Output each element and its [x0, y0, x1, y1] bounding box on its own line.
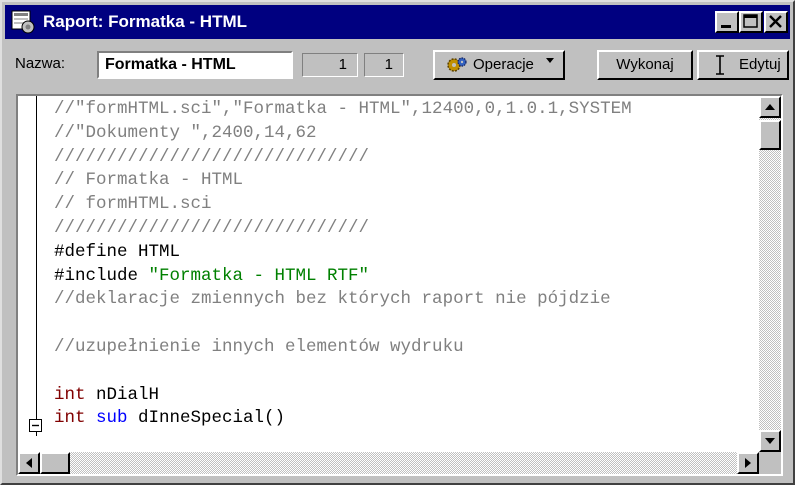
operacje-button[interactable]: Operacje: [433, 50, 565, 80]
vertical-scrollbar[interactable]: [759, 96, 781, 452]
code-line[interactable]: //deklaracje zmiennych bez których rapor…: [54, 288, 755, 312]
gear-icon: [447, 57, 467, 72]
number-field-2[interactable]: 1: [364, 53, 404, 77]
minimize-button[interactable]: [715, 11, 739, 33]
title-bar[interactable]: Raport: Formatka - HTML: [5, 5, 790, 39]
code-token: "Formatka - HTML RTF": [148, 265, 370, 286]
window-title: Raport: Formatka - HTML: [43, 12, 247, 31]
maximize-button[interactable]: [739, 11, 763, 33]
arrow-down-icon: [765, 438, 775, 444]
code-line[interactable]: // Formatka - HTML: [54, 169, 755, 193]
edytuj-label: Edytuj: [739, 56, 781, 73]
code-line[interactable]: int sub dInneSpecial(): [54, 407, 755, 431]
code-line[interactable]: // formHTML.sci: [54, 193, 755, 217]
code-line[interactable]: //"formHTML.sci","Formatka - HTML",12400…: [54, 98, 755, 122]
scroll-down-button[interactable]: [759, 430, 781, 452]
code-token: dInneSpecial(): [127, 408, 286, 429]
arrow-right-icon: [745, 458, 751, 468]
code-token: // formHTML.sci: [54, 194, 212, 215]
code-line[interactable]: //uzupełnienie innych elementów wydruku: [54, 336, 755, 360]
scroll-left-button[interactable]: [18, 452, 40, 474]
vertical-scroll-thumb[interactable]: [759, 120, 781, 150]
report-toolbar: Nazwa: Formatka - HTML 1 1 Operacje Wyko…: [5, 42, 790, 86]
code-token: //deklaracje zmiennych bez których rapor…: [54, 289, 611, 310]
code-token: // Formatka - HTML: [54, 170, 244, 191]
code-token: //"Dokumenty ",2400,14,62: [54, 122, 317, 143]
code-line[interactable]: int nDialH: [54, 384, 755, 408]
arrow-left-icon: [26, 458, 32, 468]
close-button[interactable]: [764, 11, 788, 33]
name-field-value: Formatka - HTML: [105, 56, 236, 73]
code-token: int: [54, 408, 86, 429]
app-icon: [11, 10, 35, 34]
code-line[interactable]: //"Dokumenty ",2400,14,62: [54, 122, 755, 146]
name-label: Nazwa:: [15, 55, 66, 72]
horizontal-scrollbar[interactable]: [18, 452, 759, 474]
code-token: nDialH: [85, 384, 160, 405]
code-token: //////////////////////////////: [54, 217, 370, 238]
minimize-icon: [721, 25, 731, 28]
code-line[interactable]: #define HTML: [54, 241, 755, 265]
code-token: int: [54, 384, 86, 405]
close-icon: [769, 15, 782, 28]
wykonaj-button[interactable]: Wykonaj: [597, 50, 693, 80]
code-line[interactable]: //////////////////////////////: [54, 146, 755, 170]
dropdown-arrow-icon: [546, 58, 554, 63]
arrow-up-icon: [765, 104, 775, 110]
code-token: #include: [54, 265, 149, 286]
collapse-icon: [32, 424, 39, 427]
code-token: #define HTML: [54, 241, 181, 262]
name-field[interactable]: Formatka - HTML: [97, 51, 293, 79]
report-window: Raport: Formatka - HTML Nazwa: Formatka …: [0, 0, 795, 485]
operacje-label: Operacje: [473, 56, 534, 73]
code-line[interactable]: #include "Formatka - HTML RTF": [54, 265, 755, 289]
code-line[interactable]: [54, 312, 755, 336]
fold-toggle[interactable]: [29, 419, 42, 432]
fold-gutter: [36, 96, 37, 436]
scroll-up-button[interactable]: [759, 96, 781, 118]
horizontal-scroll-thumb[interactable]: [40, 452, 70, 474]
code-token: //"formHTML.sci","Formatka - HTML",12400…: [54, 99, 632, 119]
code-token: sub: [85, 408, 128, 429]
maximize-icon: [743, 14, 758, 28]
text-cursor-icon: [716, 55, 724, 75]
code-token: //uzupełnienie innych elementów wydruku: [54, 336, 464, 357]
code-line[interactable]: //////////////////////////////: [54, 217, 755, 241]
scroll-right-button[interactable]: [737, 452, 759, 474]
code-token: //////////////////////////////: [54, 146, 370, 167]
code-editor[interactable]: //"formHTML.sci","Formatka - HTML",12400…: [16, 94, 783, 476]
edytuj-button[interactable]: Edytuj: [697, 50, 789, 80]
code-text[interactable]: //"formHTML.sci","Formatka - HTML",12400…: [54, 98, 755, 431]
scroll-corner: [759, 452, 781, 474]
number-field-1[interactable]: 1: [302, 53, 358, 77]
code-line[interactable]: [54, 360, 755, 384]
